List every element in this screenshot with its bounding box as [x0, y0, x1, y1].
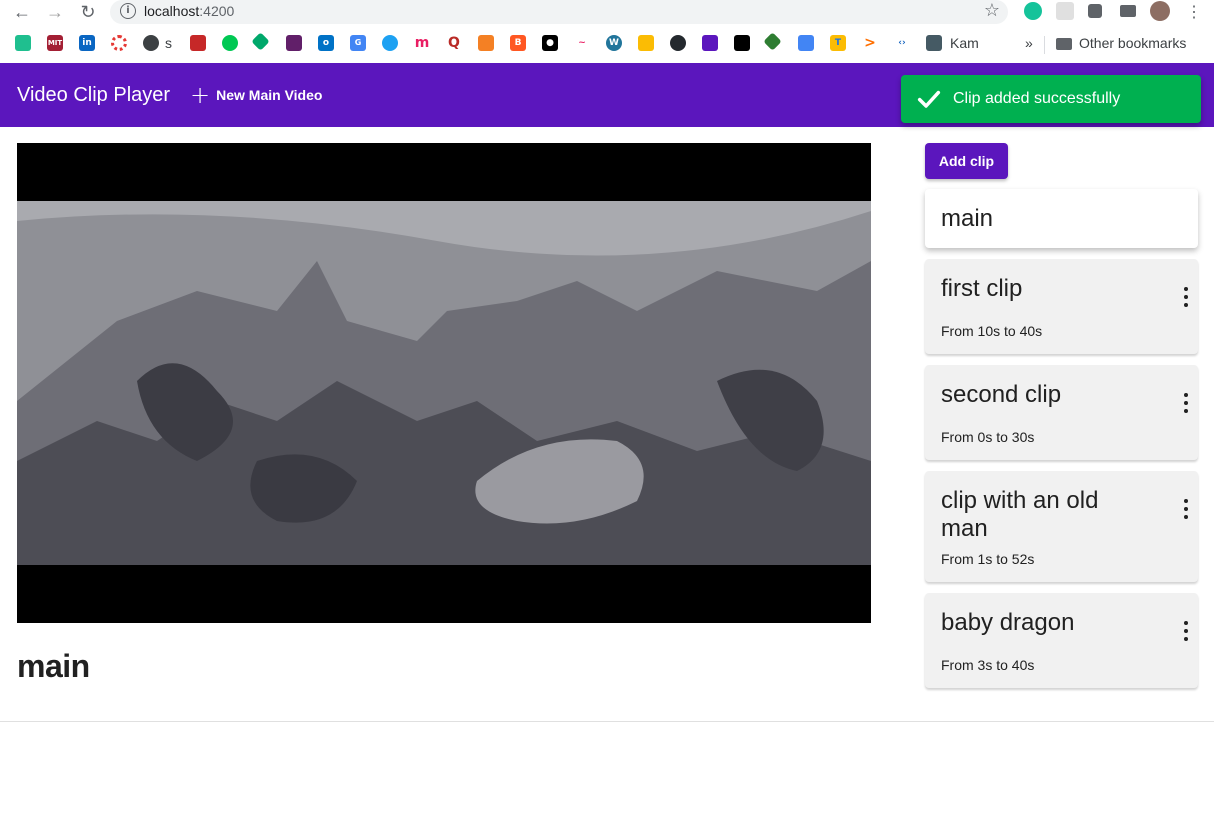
current-video-title: main — [17, 648, 90, 684]
app-title: Video Clip Player — [17, 84, 171, 106]
more-vert-icon[interactable] — [1182, 287, 1190, 307]
github-bookmark-icon[interactable] — [670, 35, 686, 51]
quora-bookmark-icon[interactable]: Q — [446, 35, 462, 51]
video-player[interactable] — [17, 143, 871, 623]
clip-card[interactable]: clip with an old man From 1s to 52s — [925, 471, 1198, 582]
bookmark-icon[interactable]: T — [830, 35, 846, 51]
clip-title: baby dragon — [941, 609, 1075, 636]
forward-icon[interactable]: → — [43, 0, 67, 24]
bookmark-icon[interactable]: ~ — [574, 35, 590, 51]
medium-bookmark-icon[interactable]: ● — [542, 35, 558, 51]
plus-icon: + — [190, 81, 211, 109]
clip-title: main — [941, 205, 994, 232]
slack-bookmark-icon[interactable] — [286, 35, 302, 51]
bookmark-icon[interactable]: ‹› — [894, 35, 910, 51]
chrome-menu-icon[interactable]: ⋮ — [1182, 0, 1206, 24]
info-icon[interactable]: i — [120, 3, 136, 19]
more-bookmarks-button[interactable]: » — [1025, 35, 1033, 51]
bookmark-icon[interactable] — [111, 35, 127, 51]
stackoverflow-bookmark-icon[interactable] — [478, 35, 494, 51]
profile-avatar[interactable] — [1150, 1, 1170, 21]
bookmarks-bar: MIT in s o G m Q B ● ~ W T > ‹› Kam » Ot… — [0, 30, 1214, 58]
clip-range: From 0s to 30s — [941, 429, 1035, 445]
check-icon — [917, 90, 941, 108]
bookmarks-divider — [1044, 36, 1045, 54]
bookmark-icon[interactable] — [702, 35, 718, 51]
clip-range: From 1s to 52s — [941, 551, 1035, 567]
blogger-bookmark-icon[interactable]: B — [510, 35, 526, 51]
clip-range: From 10s to 40s — [941, 323, 1043, 339]
outlook-bookmark-icon[interactable]: o — [318, 35, 334, 51]
more-vert-icon[interactable] — [1182, 621, 1190, 641]
other-bookmarks-label[interactable]: Other bookmarks — [1079, 35, 1186, 51]
clip-card[interactable]: baby dragon From 3s to 40s — [925, 593, 1198, 688]
clip-card-main[interactable]: main — [925, 189, 1198, 248]
clip-range: From 3s to 40s — [941, 657, 1035, 673]
bookmark-icon[interactable] — [763, 32, 782, 51]
clip-title: first clip — [941, 275, 1023, 302]
clip-card[interactable]: second clip From 0s to 30s — [925, 365, 1198, 460]
clip-card[interactable]: first clip From 10s to 40s — [925, 259, 1198, 354]
bookmark-label-kam[interactable]: Kam — [950, 35, 979, 51]
extensions-puzzle-icon[interactable] — [1088, 4, 1102, 18]
bookmark-icon[interactable]: G — [350, 35, 366, 51]
address-bar[interactable]: i localhost:4200 ☆ — [110, 0, 1008, 24]
twitter-bookmark-icon[interactable] — [382, 35, 398, 51]
bookmark-icon[interactable] — [638, 35, 654, 51]
video-frame — [17, 201, 871, 565]
wordpress-bookmark-icon[interactable]: W — [606, 35, 622, 51]
back-icon[interactable]: ← — [10, 0, 34, 24]
extension-icon[interactable] — [1056, 2, 1074, 20]
bookmark-icon[interactable] — [190, 35, 206, 51]
bookmark-label[interactable]: s — [165, 35, 172, 51]
video-frame-image — [17, 201, 871, 565]
new-main-video-label: New Main Video — [216, 87, 323, 103]
globe-bookmark-icon[interactable] — [143, 35, 159, 51]
clip-title: second clip — [941, 381, 1062, 408]
reload-icon[interactable]: ↻ — [76, 0, 100, 24]
folder-icon — [1056, 38, 1072, 50]
qr-bookmark-icon[interactable] — [734, 35, 750, 51]
grammarly-icon[interactable] — [1024, 2, 1042, 20]
url-text: localhost:4200 — [144, 3, 235, 19]
media-control-icon[interactable] — [1120, 5, 1136, 17]
docs-bookmark-icon[interactable] — [798, 35, 814, 51]
bookmark-star-icon[interactable]: ☆ — [984, 0, 1000, 21]
snackbar-message: Clip added successfully — [953, 90, 1121, 107]
bookmark-icon[interactable]: > — [862, 35, 878, 51]
page-divider — [0, 721, 1214, 722]
bookmark-icon[interactable] — [251, 32, 270, 51]
browser-toolbar: ← → ↻ i localhost:4200 ☆ ⋮ — [0, 0, 1214, 26]
add-clip-button[interactable]: Add clip — [925, 143, 1008, 179]
bookmark-icon[interactable]: m — [414, 35, 430, 51]
linkedin-bookmark-icon[interactable]: in — [79, 35, 95, 51]
bookmark-icon[interactable] — [222, 35, 238, 51]
more-vert-icon[interactable] — [1182, 393, 1190, 413]
bookmark-icon[interactable] — [15, 35, 31, 51]
clip-title: clip with an old man — [941, 487, 1099, 542]
bookmark-icon[interactable] — [926, 35, 942, 51]
success-snackbar: Clip added successfully — [901, 75, 1201, 123]
new-main-video-button[interactable]: + New Main Video — [190, 83, 322, 107]
more-vert-icon[interactable] — [1182, 499, 1190, 519]
mit-ocw-bookmark-icon[interactable]: MIT — [47, 35, 63, 51]
